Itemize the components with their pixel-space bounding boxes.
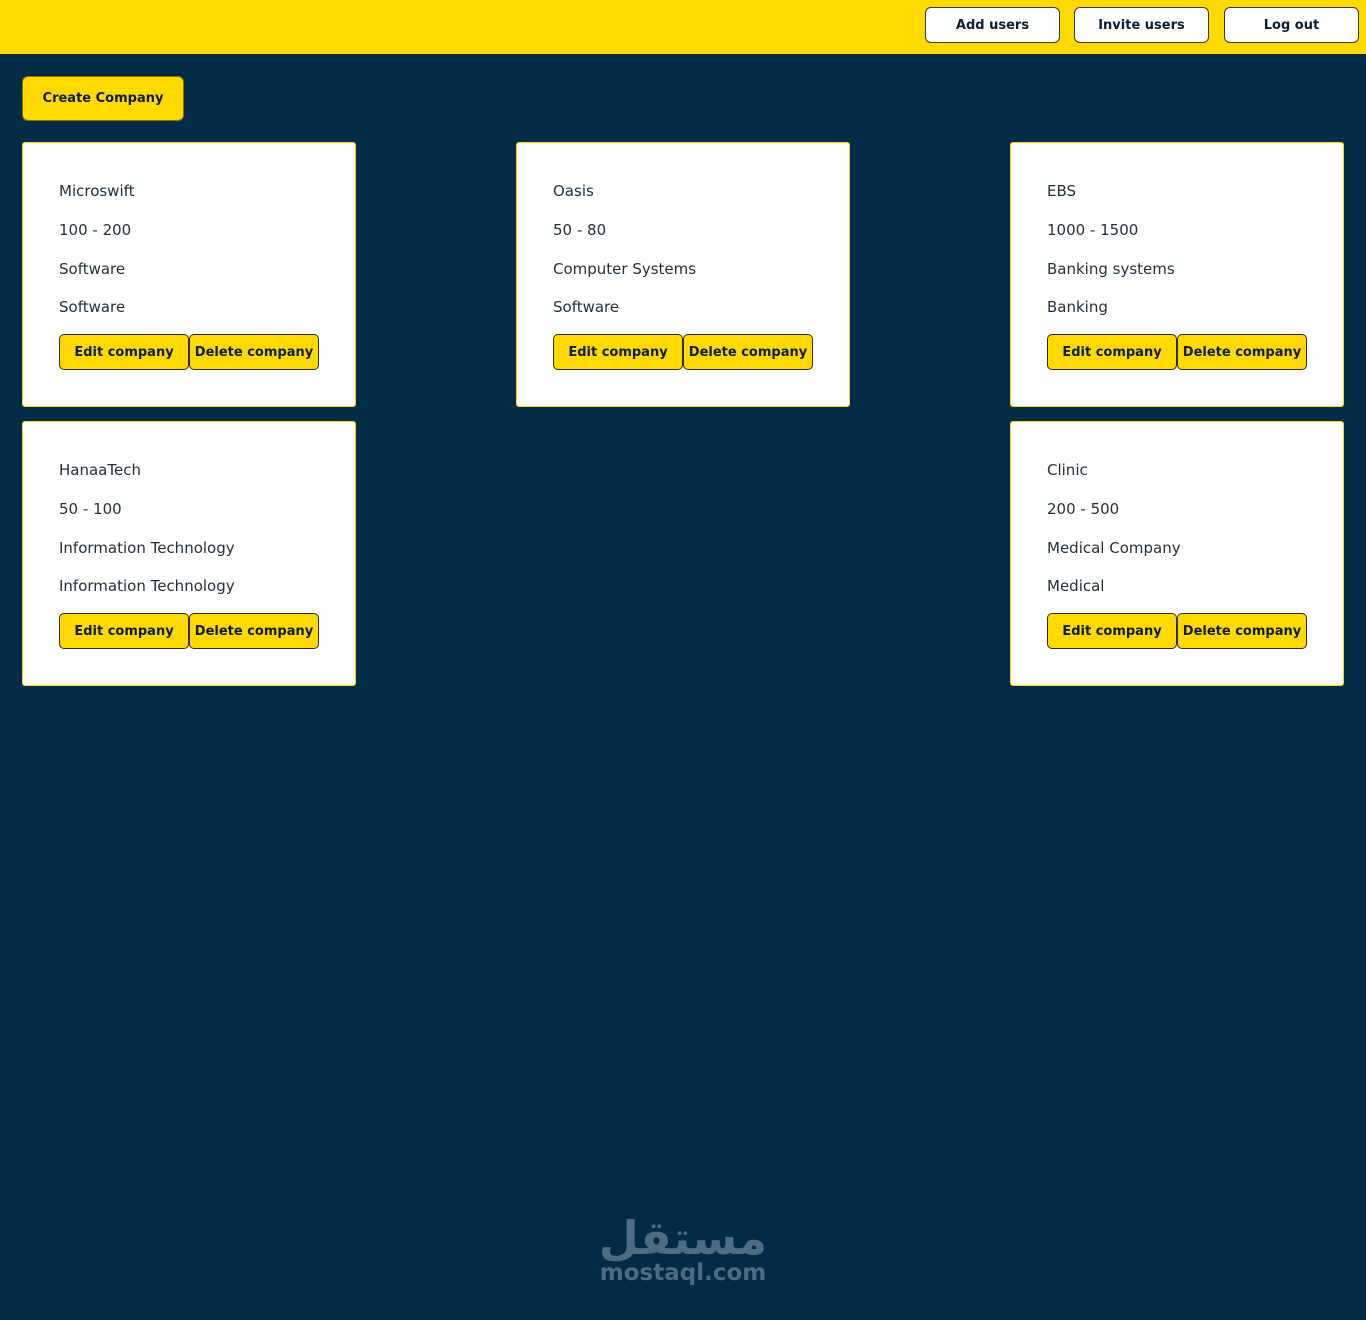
- company-description: Computer Systems: [553, 260, 697, 278]
- company-industry: Software: [59, 298, 126, 316]
- logout-button[interactable]: Log out: [1224, 7, 1359, 43]
- company-industry: Information Technology: [59, 577, 235, 595]
- company-name: Oasis: [553, 182, 594, 200]
- delete-company-button[interactable]: Delete company: [189, 334, 319, 370]
- company-name: Microswift: [59, 182, 135, 200]
- top-navbar: Add users Invite users Log out: [0, 0, 1366, 54]
- watermark-arabic-text: مستقل: [598, 1211, 768, 1265]
- create-company-button[interactable]: Create Company: [22, 76, 184, 121]
- company-description: Banking systems: [1047, 260, 1175, 278]
- company-size: 1000 - 1500: [1047, 221, 1139, 239]
- company-size: 200 - 500: [1047, 500, 1120, 518]
- edit-company-button[interactable]: Edit company: [59, 613, 189, 649]
- delete-company-button[interactable]: Delete company: [683, 334, 813, 370]
- company-size: 50 - 80: [553, 221, 607, 239]
- company-card: Clinic 200 - 500 Medical Company Medical…: [1010, 421, 1344, 686]
- company-card: EBS 1000 - 1500 Banking systems Banking …: [1010, 142, 1344, 407]
- company-name: HanaaTech: [59, 461, 141, 479]
- company-industry: Banking: [1047, 298, 1108, 316]
- invite-users-button[interactable]: Invite users: [1074, 7, 1209, 43]
- company-size: 50 - 100: [59, 500, 122, 518]
- company-industry: Software: [553, 298, 620, 316]
- company-industry: Medical: [1047, 577, 1105, 595]
- add-users-button[interactable]: Add users: [925, 7, 1060, 43]
- edit-company-button[interactable]: Edit company: [553, 334, 683, 370]
- mostaql-watermark: مستقل mostaql.com: [560, 1210, 806, 1300]
- company-description: Information Technology: [59, 539, 235, 557]
- edit-company-button[interactable]: Edit company: [59, 334, 189, 370]
- company-card: Oasis 50 - 80 Computer Systems Software …: [516, 142, 850, 407]
- delete-company-button[interactable]: Delete company: [1177, 613, 1307, 649]
- company-card: Microswift 100 - 200 Software Software E…: [22, 142, 356, 407]
- edit-company-button[interactable]: Edit company: [1047, 613, 1177, 649]
- edit-company-button[interactable]: Edit company: [1047, 334, 1177, 370]
- company-size: 100 - 200: [59, 221, 132, 239]
- company-description: Software: [59, 260, 126, 278]
- delete-company-button[interactable]: Delete company: [1177, 334, 1307, 370]
- watermark-latin-text: mostaql.com: [599, 1260, 767, 1286]
- delete-company-button[interactable]: Delete company: [189, 613, 319, 649]
- company-description: Medical Company: [1047, 539, 1181, 557]
- company-name: Clinic: [1047, 461, 1088, 479]
- company-card: HanaaTech 50 - 100 Information Technolog…: [22, 421, 356, 686]
- company-name: EBS: [1047, 182, 1077, 200]
